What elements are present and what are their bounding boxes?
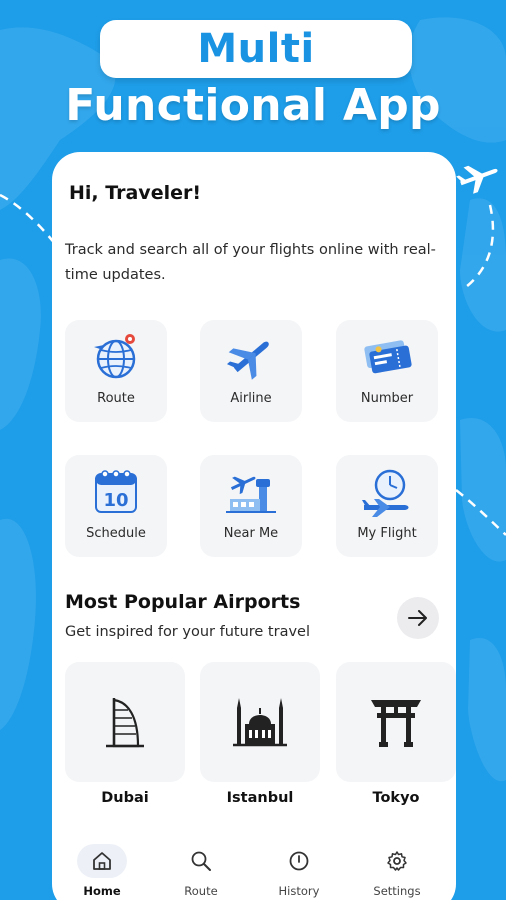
- tile-label: Route: [97, 391, 135, 406]
- airport-name: Dubai: [101, 790, 149, 806]
- headline-line2: Functional App: [65, 80, 441, 131]
- airport-name: Istanbul: [226, 790, 294, 806]
- tile-label: Schedule: [86, 526, 146, 541]
- burj-al-arab-icon: [106, 698, 144, 748]
- nav-label: History: [278, 884, 320, 898]
- airport-card-dubai[interactable]: [65, 662, 185, 782]
- nav-label: Home: [83, 884, 121, 898]
- airport-card-istanbul[interactable]: [200, 662, 320, 782]
- mosque-icon: [233, 698, 287, 747]
- section-title: Most Popular Airports: [65, 591, 301, 613]
- clock-plane-icon: [360, 465, 414, 519]
- tile-label: My Flight: [357, 526, 417, 541]
- headline-pill: Multi: [100, 20, 412, 78]
- history-icon: [274, 844, 324, 878]
- headline-line1: Multi: [197, 26, 315, 72]
- nav-route[interactable]: Route: [161, 840, 241, 900]
- nav-history[interactable]: History: [259, 840, 339, 900]
- tile-near-me[interactable]: Near Me: [200, 455, 302, 557]
- tile-number[interactable]: Number: [336, 320, 438, 422]
- phone-screen: Hi, Traveler! Track and search all of yo…: [52, 152, 456, 900]
- tile-route[interactable]: Route: [65, 320, 167, 422]
- nav-settings[interactable]: Settings: [357, 840, 437, 900]
- greeting: Hi, Traveler!: [69, 182, 202, 204]
- arrow-right-icon: [408, 610, 427, 626]
- tile-schedule[interactable]: 10 Schedule: [65, 455, 167, 557]
- search-icon: [176, 844, 226, 878]
- globe-route-icon: [89, 330, 143, 384]
- torii-gate-icon: [371, 700, 421, 747]
- tile-label: Number: [360, 391, 414, 406]
- calendar-day: 10: [103, 490, 128, 511]
- tile-airline[interactable]: Airline: [200, 320, 302, 422]
- intro-text: Track and search all of your flights onl…: [65, 242, 436, 283]
- tile-label: Airline: [230, 391, 272, 406]
- calendar-icon: 10: [89, 465, 143, 519]
- see-all-button[interactable]: [397, 597, 439, 639]
- airport-name: Tokyo: [372, 790, 420, 806]
- airplane-icon: [456, 165, 498, 194]
- tile-label: Near Me: [223, 526, 279, 541]
- tile-my-flight[interactable]: My Flight: [336, 455, 438, 557]
- bottom-navigation: Home Route History Settings: [52, 840, 456, 900]
- nav-home[interactable]: Home: [62, 840, 142, 900]
- nav-label: Route: [184, 884, 218, 898]
- nav-label: Settings: [373, 884, 421, 898]
- gear-icon: [372, 844, 422, 878]
- airport-card-tokyo[interactable]: [336, 662, 456, 782]
- airplane-icon: [224, 330, 278, 384]
- section-subtitle: Get inspired for your future travel: [65, 624, 310, 640]
- home-icon: [77, 844, 127, 878]
- airport-tower-icon: [224, 465, 278, 519]
- ticket-icon: [360, 330, 414, 384]
